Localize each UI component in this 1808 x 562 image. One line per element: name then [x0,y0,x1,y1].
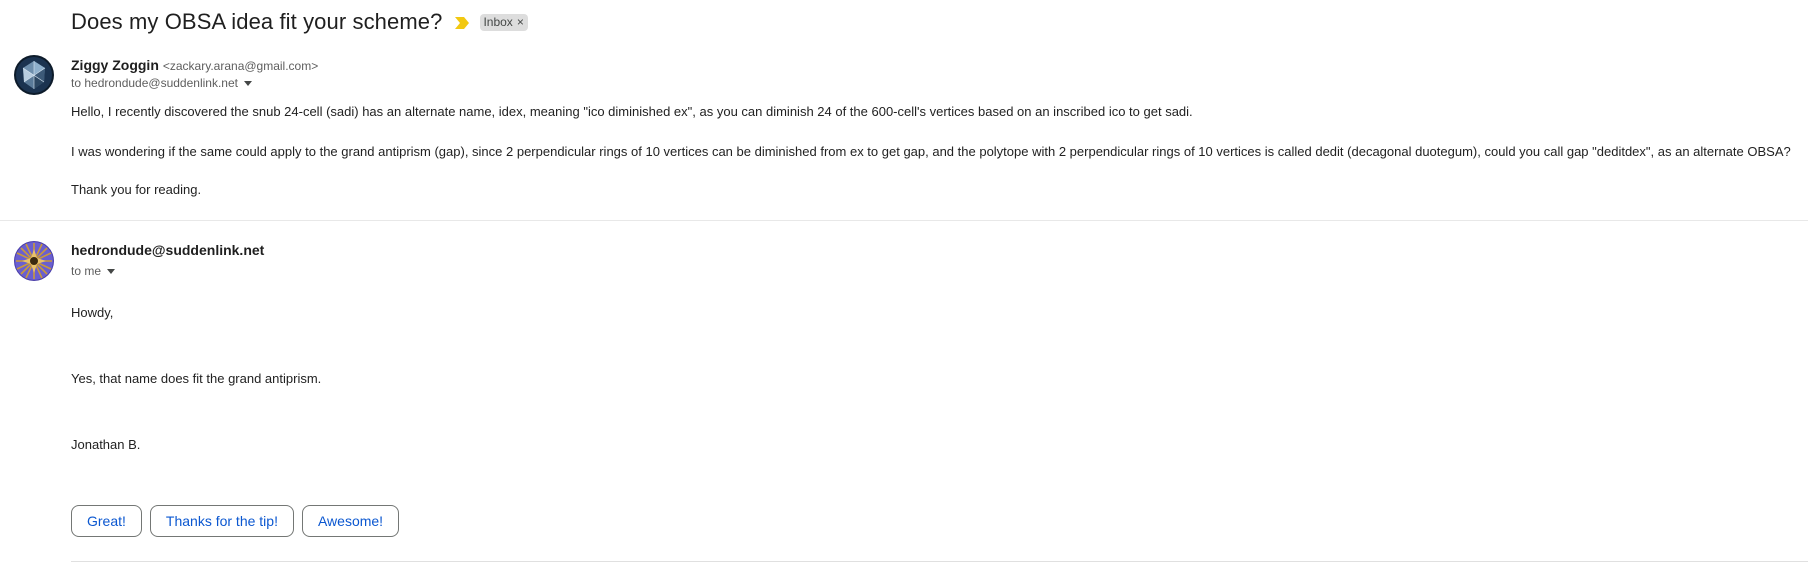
message-body-paragraph: Jonathan B. [71,437,141,452]
recipient-line: to hedrondude@suddenlink.net [71,76,252,90]
polytope-avatar-icon [14,55,54,95]
recipient-text: to me [71,264,102,278]
smart-reply-button[interactable]: Awesome! [301,505,400,537]
label-chip-text: Inbox [483,15,513,29]
smart-reply-button[interactable]: Thanks for the tip! [149,505,294,537]
recipient-line: to me [71,264,116,278]
sender-line: hedrondude@suddenlink.net [71,242,264,258]
message-body-paragraph: Howdy, [71,305,114,320]
smart-reply-button[interactable]: Great! [71,505,142,537]
importance-marker-icon[interactable] [455,16,470,29]
thread-subject: Does my OBSA idea fit your scheme? [71,9,443,34]
message-body-paragraph: Yes, that name does fit the grand antipr… [71,371,322,386]
message-body-paragraph: I was wondering if the same could apply … [71,144,1791,159]
remove-label-icon[interactable]: × [517,15,524,29]
show-details-chevron-down-icon[interactable] [107,268,116,274]
sender-email: <zackary.arana@gmail.com> [162,59,319,73]
label-chip-inbox[interactable]: Inbox × [480,13,528,31]
sender-avatar[interactable] [14,241,54,281]
thread-header: Does my OBSA idea fit your scheme? Inbox… [71,6,528,38]
recipient-text: to hedrondude@suddenlink.net [71,76,238,90]
show-details-chevron-down-icon[interactable] [243,80,252,86]
smart-reply-bar: Great! Thanks for the tip! Awesome! [71,505,400,537]
message-body-paragraph: Thank you for reading. [71,182,202,197]
polytope-avatar-icon [14,241,54,281]
sender-name[interactable]: hedrondude@suddenlink.net [71,242,264,258]
message-divider [0,220,1808,221]
sender-avatar[interactable] [14,55,54,95]
message-body-paragraph: Hello, I recently discovered the snub 24… [71,104,1193,119]
sender-line: Ziggy Zoggin <zackary.arana@gmail.com> [71,57,318,73]
sender-name[interactable]: Ziggy Zoggin [71,57,159,73]
